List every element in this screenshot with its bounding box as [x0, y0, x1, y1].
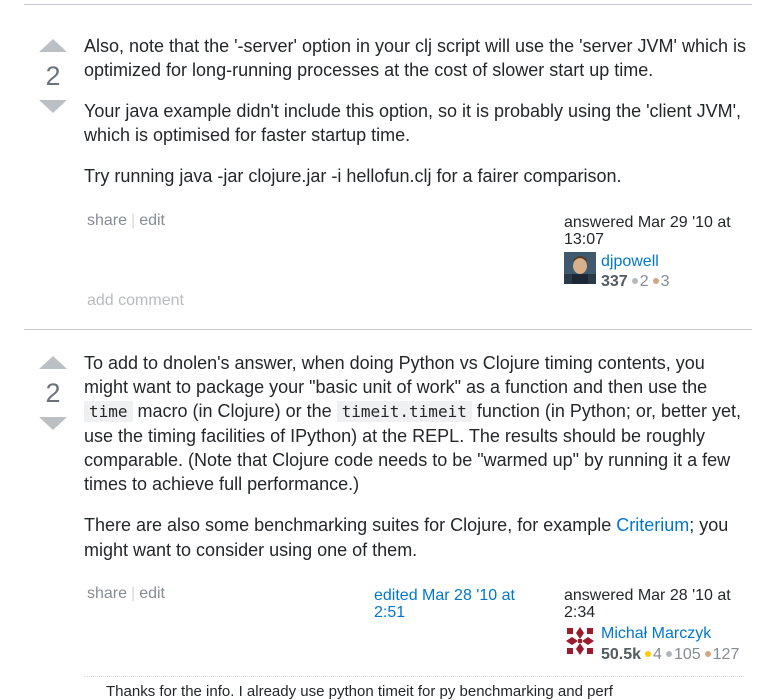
paragraph-text: There are also some benchmarking suites … [84, 515, 617, 535]
edited-time[interactable]: edited Mar 28 '10 at [374, 587, 554, 604]
comments-divider [84, 676, 744, 677]
user-reputation: 337 2 3 [601, 273, 670, 291]
user-name-link[interactable]: Michał Marczyk [601, 625, 711, 643]
gold-badge-count: 4 [653, 646, 662, 663]
bronze-badge-icon [704, 651, 711, 657]
edit-link[interactable]: edit [139, 585, 165, 602]
bronze-badge-count: 127 [712, 646, 740, 663]
answered-info: answered Mar 29 '10 at 13:07 [564, 214, 764, 248]
user-name-link[interactable]: djpowell [601, 253, 659, 271]
share-link[interactable]: share [87, 212, 127, 229]
user-avatar[interactable] [564, 625, 596, 657]
silver-badge-icon [665, 651, 672, 657]
edit-link[interactable]: edit [139, 212, 165, 229]
answered-time-2: 13:07 [564, 231, 605, 248]
criterium-link[interactable]: Criterium [616, 515, 689, 535]
upvote-icon[interactable] [39, 39, 67, 52]
answer-paragraph: Also, note that the '-server' option in … [84, 36, 747, 80]
answer-paragraph: Try running java -jar clojure.jar -i hel… [84, 166, 622, 186]
top-divider [24, 4, 752, 5]
edited-time-2[interactable]: 2:51 [374, 604, 554, 621]
silver-badge-count: 105 [673, 646, 701, 663]
paragraph-text: macro (in Clojure) or the [132, 401, 337, 421]
comment-text: Thanks for the info. I already use pytho… [106, 683, 613, 700]
bronze-badge-count: 3 [660, 273, 670, 290]
vote-count: 2 [45, 378, 61, 408]
gold-badge-icon [645, 651, 652, 657]
downvote-icon[interactable] [39, 417, 67, 430]
user-avatar[interactable] [564, 252, 596, 284]
answered-time: answered Mar 28 '10 at [564, 587, 731, 604]
silver-badge-icon [631, 278, 638, 284]
add-comment-link[interactable]: add comment [87, 292, 184, 310]
answer-paragraph: Your java example didn't include this op… [84, 101, 742, 145]
answer-body: To add to dnolen's answer, when doing Py… [84, 351, 748, 580]
answer-divider [24, 329, 752, 330]
edited-info[interactable]: edited Mar 28 '10 at 2:51 [374, 587, 554, 621]
post-menu: share | edit [87, 585, 165, 603]
inline-code: timeit.timeit [336, 401, 472, 422]
answer-body: Also, note that the '-server' option in … [84, 34, 748, 205]
vote-cell: 2 [38, 39, 68, 113]
reputation-score: 50.5k [601, 646, 642, 663]
paragraph-text: To add to dnolen's answer, when doing Py… [84, 353, 708, 397]
share-link[interactable]: share [87, 585, 127, 602]
post-menu: share | edit [87, 212, 165, 230]
inline-code: time [84, 401, 133, 422]
answer-paragraph: There are also some benchmarking suites … [84, 513, 748, 563]
vote-count: 2 [45, 61, 61, 91]
answered-time: answered Mar 29 '10 at [564, 214, 731, 231]
upvote-icon[interactable] [39, 356, 67, 369]
silver-badge-count: 2 [639, 273, 649, 290]
bronze-badge-icon [652, 278, 659, 284]
answered-time-2: 2:34 [564, 604, 596, 621]
reputation-score: 337 [601, 273, 628, 290]
user-reputation: 50.5k 4 105 127 [601, 646, 747, 664]
answer-paragraph: To add to dnolen's answer, when doing Py… [84, 351, 748, 496]
menu-separator: | [131, 585, 136, 602]
downvote-icon[interactable] [39, 100, 67, 113]
menu-separator: | [131, 212, 136, 229]
vote-cell: 2 [38, 356, 68, 430]
answered-info: answered Mar 28 '10 at 2:34 [564, 587, 764, 621]
